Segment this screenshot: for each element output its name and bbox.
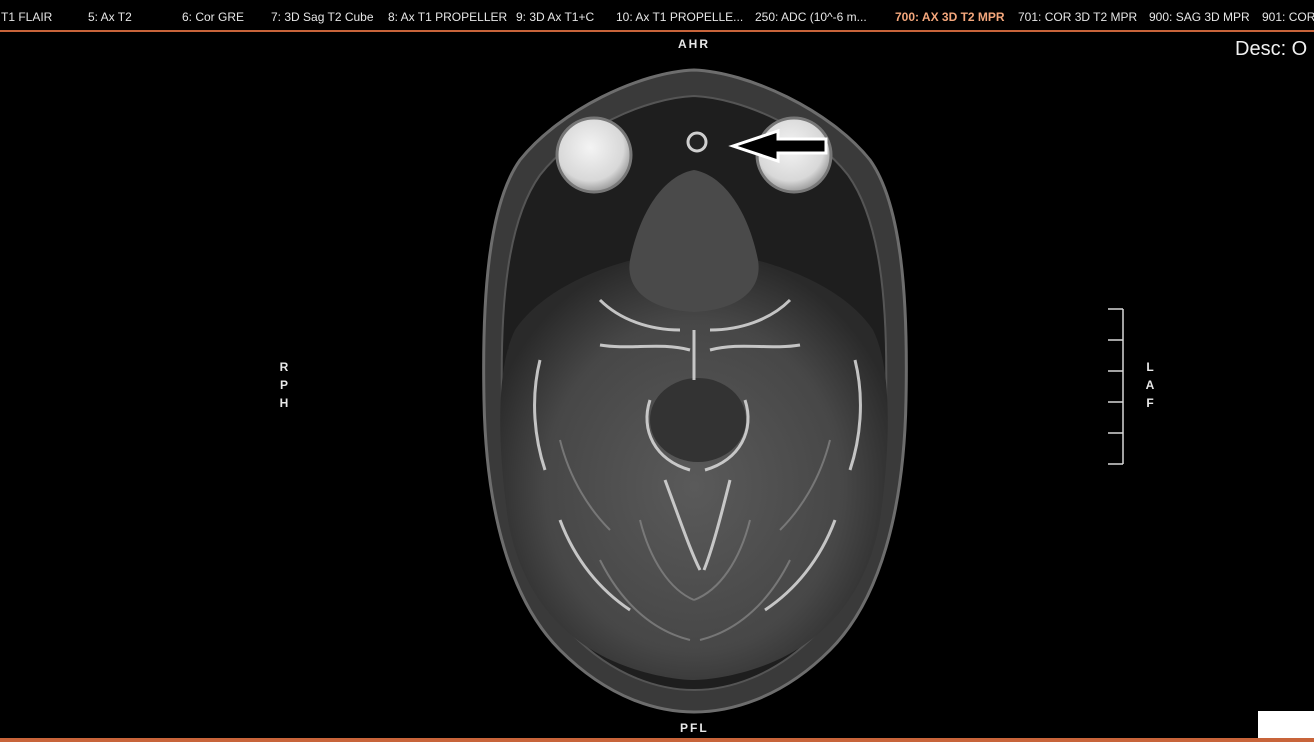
right-eye-globe xyxy=(555,116,633,194)
mri-axial-slice[interactable] xyxy=(0,0,1314,742)
orientation-left-r: R xyxy=(279,360,289,374)
nasal-lesion xyxy=(686,131,708,153)
orientation-top-label: AHR xyxy=(678,37,710,51)
orientation-right-a: A xyxy=(1145,378,1155,392)
orientation-right-l: L xyxy=(1146,360,1154,374)
orientation-bottom-label: PFL xyxy=(680,721,709,735)
corner-panel[interactable] xyxy=(1258,711,1314,738)
series-description: Desc: O xyxy=(1235,38,1308,60)
scale-ruler xyxy=(1108,308,1124,465)
orientation-right-f: F xyxy=(1146,396,1154,410)
orientation-left-p: P xyxy=(279,378,288,392)
orientation-left-h: H xyxy=(279,396,289,410)
viewport-bottom-border xyxy=(0,738,1314,742)
orientation-right-label: L A F xyxy=(1143,358,1157,412)
orientation-left-label: R P H xyxy=(277,358,291,412)
